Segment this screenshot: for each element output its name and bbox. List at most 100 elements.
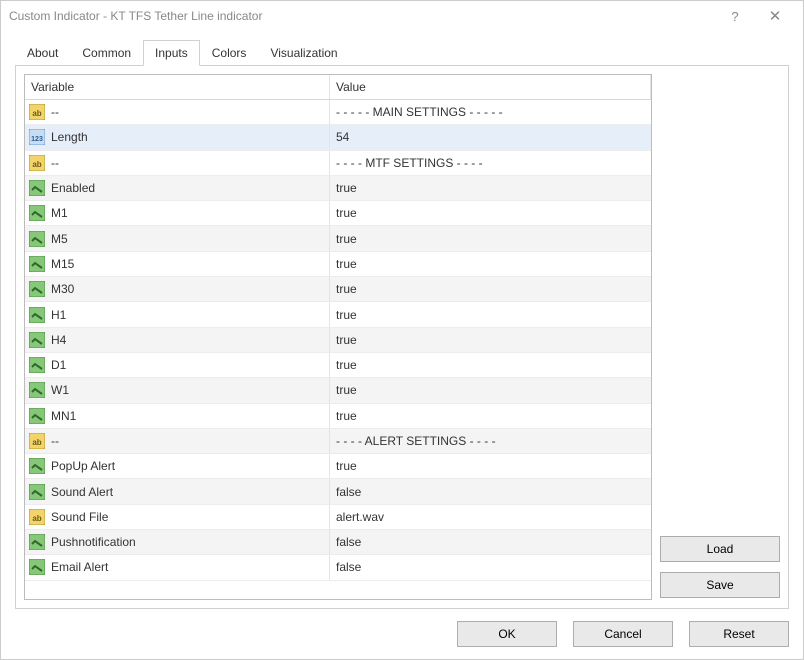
cell-value[interactable]: 54 bbox=[330, 125, 651, 149]
value-text: true bbox=[336, 308, 357, 322]
table-row[interactable]: --- - - - ALERT SETTINGS - - - - bbox=[25, 429, 651, 454]
cell-value[interactable]: true bbox=[330, 353, 651, 377]
table-row[interactable]: Pushnotificationfalse bbox=[25, 530, 651, 555]
variable-name: -- bbox=[51, 156, 59, 170]
cell-value[interactable]: - - - - MTF SETTINGS - - - - bbox=[330, 151, 651, 175]
value-text: true bbox=[336, 383, 357, 397]
cell-variable[interactable]: -- bbox=[25, 151, 330, 175]
cell-variable[interactable]: -- bbox=[25, 100, 330, 124]
cancel-button[interactable]: Cancel bbox=[573, 621, 673, 647]
cell-value[interactable]: - - - - ALERT SETTINGS - - - - bbox=[330, 429, 651, 453]
variable-name: -- bbox=[51, 105, 59, 119]
tab-common[interactable]: Common bbox=[70, 40, 143, 66]
cell-value[interactable]: true bbox=[330, 277, 651, 301]
value-text: false bbox=[336, 485, 361, 499]
save-button[interactable]: Save bbox=[660, 572, 780, 598]
cell-variable[interactable]: Sound Alert bbox=[25, 479, 330, 503]
table-row[interactable]: H1 true bbox=[25, 302, 651, 327]
cell-variable[interactable]: Enabled bbox=[25, 176, 330, 200]
table-row[interactable]: M1true bbox=[25, 201, 651, 226]
cell-variable[interactable]: Length bbox=[25, 125, 330, 149]
table-row[interactable]: W1 true bbox=[25, 378, 651, 403]
cell-variable[interactable]: MN1 bbox=[25, 404, 330, 428]
cell-variable[interactable]: -- bbox=[25, 429, 330, 453]
cell-value[interactable]: false bbox=[330, 555, 651, 579]
cell-variable[interactable]: H4 bbox=[25, 328, 330, 352]
tab-about[interactable]: About bbox=[15, 40, 70, 66]
table-row[interactable]: Sound Alert false bbox=[25, 479, 651, 504]
cell-value[interactable]: false bbox=[330, 479, 651, 503]
cell-variable[interactable]: Pushnotification bbox=[25, 530, 330, 554]
cell-value[interactable]: true bbox=[330, 328, 651, 352]
table-row[interactable]: MN1true bbox=[25, 404, 651, 429]
close-icon: ✕ bbox=[769, 7, 782, 25]
header-value[interactable]: Value bbox=[330, 75, 651, 99]
table-row[interactable]: Enabledtrue bbox=[25, 176, 651, 201]
table-row[interactable]: M5 true bbox=[25, 226, 651, 251]
cell-variable[interactable]: D1 bbox=[25, 353, 330, 377]
titlebar[interactable]: Custom Indicator - KT TFS Tether Line in… bbox=[1, 1, 803, 31]
value-text: true bbox=[336, 257, 357, 271]
cell-variable[interactable]: M1 bbox=[25, 201, 330, 225]
table-row[interactable]: M30 true bbox=[25, 277, 651, 302]
cell-value[interactable]: true bbox=[330, 454, 651, 478]
cell-variable[interactable]: M5 bbox=[25, 226, 330, 250]
help-button[interactable]: ? bbox=[715, 2, 755, 30]
string-type-icon bbox=[29, 155, 45, 171]
table-row[interactable]: -- - - - - MTF SETTINGS - - - - bbox=[25, 151, 651, 176]
bool-type-icon bbox=[29, 307, 45, 323]
table-row[interactable]: Email Alertfalse bbox=[25, 555, 651, 580]
cell-value[interactable]: true bbox=[330, 404, 651, 428]
load-button[interactable]: Load bbox=[660, 536, 780, 562]
variable-name: M30 bbox=[51, 282, 74, 296]
tab-inputs[interactable]: Inputs bbox=[143, 40, 200, 66]
cell-value[interactable]: true bbox=[330, 176, 651, 200]
cell-variable[interactable]: M30 bbox=[25, 277, 330, 301]
table-row[interactable]: Length 54 bbox=[25, 125, 651, 150]
bool-type-icon bbox=[29, 231, 45, 247]
cell-value[interactable]: true bbox=[330, 378, 651, 402]
parameters-table: Variable Value -- - - - - - MAIN SETTINGS… bbox=[24, 74, 652, 600]
table-row[interactable]: Sound Filealert.wav bbox=[25, 505, 651, 530]
cell-value[interactable]: true bbox=[330, 201, 651, 225]
cell-variable[interactable]: Sound File bbox=[25, 505, 330, 529]
bool-type-icon bbox=[29, 382, 45, 398]
ok-button[interactable]: OK bbox=[457, 621, 557, 647]
table-row[interactable]: PopUp Alerttrue bbox=[25, 454, 651, 479]
cell-value[interactable]: true bbox=[330, 302, 651, 326]
cell-value[interactable]: alert.wav bbox=[330, 505, 651, 529]
window-title: Custom Indicator - KT TFS Tether Line in… bbox=[9, 9, 715, 23]
cell-value[interactable]: false bbox=[330, 530, 651, 554]
variable-name: H4 bbox=[51, 333, 66, 347]
bool-type-icon bbox=[29, 205, 45, 221]
bool-type-icon bbox=[29, 484, 45, 500]
close-button[interactable]: ✕ bbox=[755, 2, 795, 30]
value-text: true bbox=[336, 333, 357, 347]
string-type-icon bbox=[29, 509, 45, 525]
table-row[interactable]: M15 true bbox=[25, 252, 651, 277]
reset-button[interactable]: Reset bbox=[689, 621, 789, 647]
table-row[interactable]: D1true bbox=[25, 353, 651, 378]
cell-variable[interactable]: Email Alert bbox=[25, 555, 330, 579]
cell-variable[interactable]: H1 bbox=[25, 302, 330, 326]
value-text: 54 bbox=[336, 130, 349, 144]
cell-value[interactable]: - - - - - MAIN SETTINGS - - - - - bbox=[330, 100, 651, 124]
tab-visualization[interactable]: Visualization bbox=[258, 40, 349, 66]
header-variable[interactable]: Variable bbox=[25, 75, 330, 99]
cell-value[interactable]: true bbox=[330, 226, 651, 250]
value-text: - - - - MTF SETTINGS - - - - bbox=[336, 156, 483, 170]
variable-name: M5 bbox=[51, 232, 68, 246]
variable-name: Sound Alert bbox=[51, 485, 113, 499]
variable-name: W1 bbox=[51, 383, 69, 397]
tab-colors[interactable]: Colors bbox=[200, 40, 259, 66]
value-text: true bbox=[336, 232, 357, 246]
string-type-icon bbox=[29, 104, 45, 120]
table-header: Variable Value bbox=[25, 75, 651, 100]
cell-value[interactable]: true bbox=[330, 252, 651, 276]
bool-type-icon bbox=[29, 256, 45, 272]
table-row[interactable]: -- - - - - - MAIN SETTINGS - - - - - bbox=[25, 100, 651, 125]
cell-variable[interactable]: W1 bbox=[25, 378, 330, 402]
table-row[interactable]: H4 true bbox=[25, 328, 651, 353]
cell-variable[interactable]: M15 bbox=[25, 252, 330, 276]
cell-variable[interactable]: PopUp Alert bbox=[25, 454, 330, 478]
